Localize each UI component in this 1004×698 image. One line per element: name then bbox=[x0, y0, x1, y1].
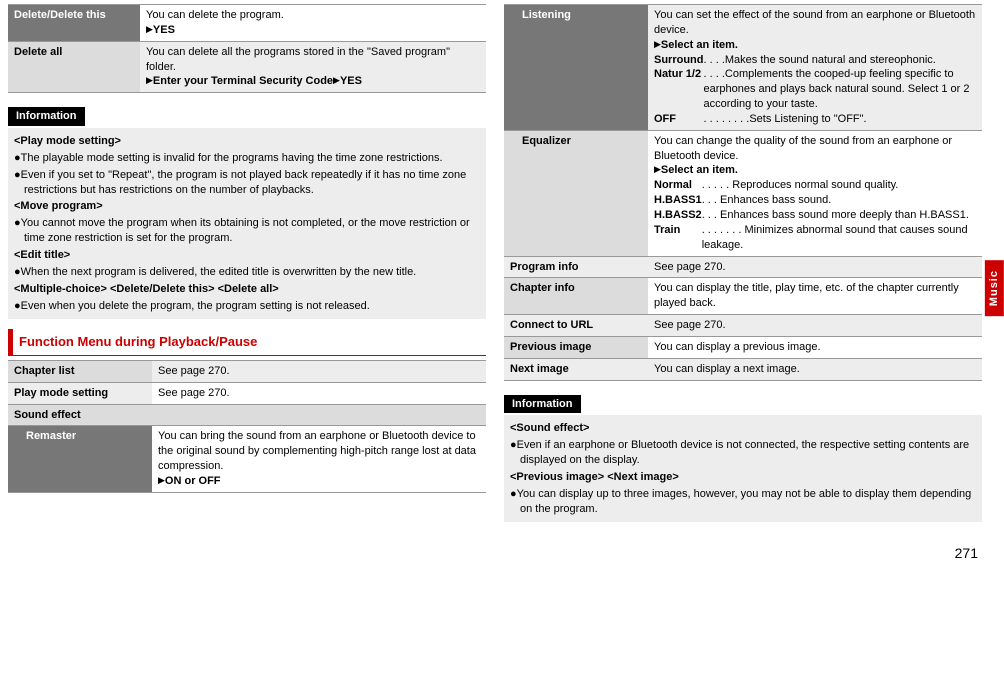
row-desc: See page 270. bbox=[152, 382, 486, 404]
definition-list: Surround. . . .Makes the sound natural a… bbox=[654, 53, 976, 127]
table-row: Equalizer You can change the quality of … bbox=[504, 130, 982, 256]
definition-list: Normal. . . . . Reproduces normal sound … bbox=[654, 178, 976, 252]
row-label: Delete all bbox=[8, 41, 140, 93]
table-row: Chapter list See page 270. bbox=[8, 360, 486, 382]
row-label: Remaster bbox=[8, 426, 152, 492]
info-heading: <Multiple-choice> <Delete/Delete this> <… bbox=[14, 282, 480, 297]
arrow-icon bbox=[146, 24, 153, 36]
information-tag: Information bbox=[504, 395, 581, 414]
side-tab-music: Music bbox=[985, 260, 1004, 316]
section-title: Function Menu during Playback/Pause bbox=[8, 329, 486, 356]
row-label: Sound effect bbox=[8, 404, 486, 426]
row-desc: You can bring the sound from an earphone… bbox=[152, 426, 486, 492]
information-box: <Sound effect> ●Even if an earphone or B… bbox=[504, 415, 982, 522]
row-label: Previous image bbox=[504, 336, 648, 358]
row-desc: You can display a next image. bbox=[648, 358, 982, 380]
information-tag: Information bbox=[8, 107, 85, 126]
table-row: Previous image You can display a previou… bbox=[504, 336, 982, 358]
row-label: Chapter list bbox=[8, 360, 152, 382]
row-label: Listening bbox=[504, 5, 648, 131]
table-row: Connect to URL See page 270. bbox=[504, 315, 982, 337]
info-bullet: ●Even if an earphone or Bluetooth device… bbox=[510, 438, 976, 468]
row-desc: You can display a previous image. bbox=[648, 336, 982, 358]
table-row: Chapter info You can display the title, … bbox=[504, 278, 982, 315]
row-desc: You can set the effect of the sound from… bbox=[648, 5, 982, 131]
table-row: Next image You can display a next image. bbox=[504, 358, 982, 380]
sound-table: Listening You can set the effect of the … bbox=[504, 4, 982, 381]
right-column: Listening You can set the effect of the … bbox=[504, 4, 982, 532]
page-number: 271 bbox=[0, 540, 1004, 569]
arrow-icon bbox=[654, 39, 661, 51]
table-row: Delete all You can delete all the progra… bbox=[8, 41, 486, 93]
row-label: Connect to URL bbox=[504, 315, 648, 337]
row-desc: See page 270. bbox=[648, 256, 982, 278]
arrow-icon bbox=[158, 475, 165, 487]
row-desc: See page 270. bbox=[152, 360, 486, 382]
info-bullet: ●Even if you set to "Repeat", the progra… bbox=[14, 168, 480, 198]
arrow-icon bbox=[146, 75, 153, 87]
row-desc: You can delete the program. YES bbox=[140, 5, 486, 42]
row-label: Next image bbox=[504, 358, 648, 380]
row-label: Play mode setting bbox=[8, 382, 152, 404]
info-heading: <Sound effect> bbox=[510, 421, 976, 436]
row-label: Delete/Delete this bbox=[8, 5, 140, 42]
information-box: <Play mode setting> ●The playable mode s… bbox=[8, 128, 486, 319]
row-label: Equalizer bbox=[504, 130, 648, 256]
table-row: Delete/Delete this You can delete the pr… bbox=[8, 5, 486, 42]
row-label: Chapter info bbox=[504, 278, 648, 315]
info-bullet: ●You can display up to three images, how… bbox=[510, 487, 976, 517]
info-bullet: ●You cannot move the program when its ob… bbox=[14, 216, 480, 246]
delete-table: Delete/Delete this You can delete the pr… bbox=[8, 4, 486, 93]
table-row: Program info See page 270. bbox=[504, 256, 982, 278]
table-row: Remaster You can bring the sound from an… bbox=[8, 426, 486, 492]
page: Delete/Delete this You can delete the pr… bbox=[0, 0, 1004, 540]
table-row: Sound effect bbox=[8, 404, 486, 426]
row-label: Program info bbox=[504, 256, 648, 278]
info-heading: <Edit title> bbox=[14, 248, 480, 263]
info-bullet: ●The playable mode setting is invalid fo… bbox=[14, 151, 480, 166]
info-heading: <Move program> bbox=[14, 199, 480, 214]
arrow-icon bbox=[654, 164, 661, 176]
arrow-icon bbox=[333, 75, 340, 87]
left-column: Delete/Delete this You can delete the pr… bbox=[8, 4, 486, 532]
row-desc: See page 270. bbox=[648, 315, 982, 337]
row-desc: You can change the quality of the sound … bbox=[648, 130, 982, 256]
row-desc: You can display the title, play time, et… bbox=[648, 278, 982, 315]
info-heading: <Previous image> <Next image> bbox=[510, 470, 976, 485]
info-bullet: ●Even when you delete the program, the p… bbox=[14, 299, 480, 314]
table-row: Listening You can set the effect of the … bbox=[504, 5, 982, 131]
table-row: Play mode setting See page 270. bbox=[8, 382, 486, 404]
info-bullet: ●When the next program is delivered, the… bbox=[14, 265, 480, 280]
row-desc: You can delete all the programs stored i… bbox=[140, 41, 486, 93]
info-heading: <Play mode setting> bbox=[14, 134, 480, 149]
playback-table: Chapter list See page 270. Play mode set… bbox=[8, 360, 486, 493]
